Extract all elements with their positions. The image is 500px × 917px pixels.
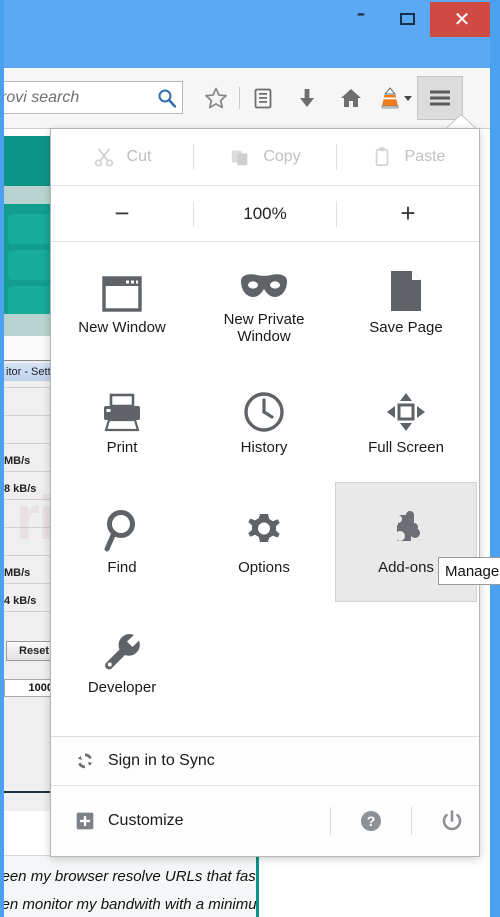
browser-window: .he itor - Sett MB/s — [0, 0, 500, 917]
close-icon: ✕ — [453, 7, 471, 31]
window-controls: – ✕ — [338, 0, 494, 38]
vlc-extension-icon[interactable] — [373, 77, 417, 119]
panel-item-options[interactable]: Options — [193, 482, 335, 602]
zoom-in-button[interactable]: + — [337, 198, 479, 229]
customize-label[interactable]: Customize — [108, 812, 184, 830]
panel-item-label: History — [240, 439, 288, 457]
window-frame-left — [0, 0, 4, 917]
panel-arrow — [446, 115, 476, 129]
quote-line: ven monitor my bandwith with a minimum — [4, 896, 270, 913]
search-icon[interactable] — [152, 88, 182, 108]
copy-icon — [232, 150, 248, 166]
panel-item-label: Print — [106, 439, 138, 457]
maximize-button[interactable] — [384, 4, 430, 34]
footer-divider — [330, 807, 331, 835]
panel-item-label: Save Page — [369, 319, 443, 337]
svg-text:?: ? — [367, 813, 376, 829]
tile — [8, 250, 54, 280]
copy-button[interactable]: Copy — [194, 146, 336, 168]
window-titlebar: – ✕ — [0, 0, 500, 68]
sync-label: Sign in to Sync — [108, 751, 215, 769]
panel-item-save-page[interactable]: Save Page — [335, 242, 477, 362]
printer-icon — [100, 387, 144, 433]
zoom-out-button[interactable]: − — [51, 198, 193, 229]
cut-button[interactable]: Cut — [51, 146, 193, 168]
bookmark-star-icon[interactable] — [194, 77, 238, 119]
gear-icon — [243, 507, 285, 553]
customize-row: Customize ? — [51, 785, 479, 856]
paste-button[interactable]: Paste — [337, 146, 479, 168]
close-button[interactable]: ✕ — [430, 1, 494, 37]
dialog-value: 4 kB/s — [4, 595, 37, 607]
zoom-level-button[interactable]: 100% — [194, 204, 336, 224]
zoom-row: − 100% + — [51, 186, 479, 242]
paste-label: Paste — [404, 148, 446, 165]
help-icon: ? — [361, 811, 381, 831]
navigation-toolbar: rovi search — [0, 68, 490, 129]
panel-item-label: Add-ons — [378, 559, 434, 577]
panel-item-label: New Window — [78, 319, 166, 337]
panel-item-developer[interactable]: Developer — [51, 602, 193, 722]
scissors-icon — [94, 148, 113, 167]
minimize-button[interactable]: – — [338, 4, 384, 34]
tooltip: Manage — [438, 557, 500, 585]
panel-item-label: Options — [238, 559, 290, 577]
power-button[interactable] — [425, 809, 479, 833]
footer-divider — [411, 807, 412, 835]
panel-item-find[interactable]: Find — [51, 482, 193, 602]
panel-item-label: Find — [107, 559, 137, 577]
power-icon — [442, 810, 462, 831]
clipboard-icon — [375, 147, 388, 167]
cut-label: Cut — [126, 148, 152, 165]
mask-icon — [239, 259, 289, 305]
home-icon[interactable] — [329, 77, 373, 119]
quote-line: seen my browser resolve URLs that fast a… — [4, 868, 290, 885]
magnifier-icon — [101, 507, 143, 553]
panel-item-history[interactable]: History — [193, 362, 335, 482]
hamburger-menu-icon[interactable] — [417, 76, 463, 120]
reading-list-icon[interactable] — [241, 77, 285, 119]
search-box[interactable]: rovi search — [0, 81, 183, 114]
new-window-icon — [101, 267, 143, 313]
chevron-down-icon[interactable] — [403, 95, 412, 101]
panel-item-print[interactable]: Print — [51, 362, 193, 482]
quote-right-gutter — [259, 855, 299, 917]
page-icon — [388, 267, 424, 313]
copy-label: Copy — [263, 148, 301, 165]
panel-grid: New Window New Private Window Save Page … — [51, 242, 479, 722]
panel-item-new-private-window[interactable]: New Private Window — [193, 242, 335, 362]
tile — [8, 214, 54, 244]
panel-item-label: Developer — [87, 679, 157, 697]
puzzle-icon — [384, 507, 428, 553]
dialog-value: MB/s — [4, 455, 31, 467]
search-input[interactable]: rovi search — [0, 89, 152, 107]
edit-row: Cut Copy Paste — [51, 129, 479, 186]
threshold-input[interactable]: 1000 — [4, 679, 56, 697]
panel-item-label: Full Screen — [368, 439, 444, 457]
sign-in-to-sync-button[interactable]: Sign in to Sync — [51, 736, 479, 784]
panel-item-full-screen[interactable]: Full Screen — [335, 362, 477, 482]
tile — [8, 286, 54, 316]
toolbar-divider — [239, 87, 240, 109]
help-button[interactable]: ? — [344, 809, 398, 833]
sync-icon — [77, 753, 93, 768]
dialog-value: MB/s — [4, 567, 31, 579]
quote-block: seen my browser resolve URLs that fast a… — [4, 855, 289, 917]
wrench-icon — [101, 627, 143, 673]
clock-icon — [243, 387, 285, 433]
panel-item-new-window[interactable]: New Window — [51, 242, 193, 362]
downloads-icon[interactable] — [285, 77, 329, 119]
dialog-value: 8 kB/s — [4, 483, 37, 495]
fullscreen-icon — [385, 387, 427, 433]
window-frame-right — [490, 0, 500, 917]
toolbar-buttons — [194, 76, 463, 120]
maximize-icon — [399, 13, 415, 25]
panel-item-label: New Private Window — [223, 310, 305, 345]
plus-box-icon[interactable] — [75, 811, 95, 831]
firefox-menu-panel: Cut Copy Paste − 100% + New Window New P… — [50, 128, 480, 857]
minimize-icon: – — [356, 3, 366, 24]
